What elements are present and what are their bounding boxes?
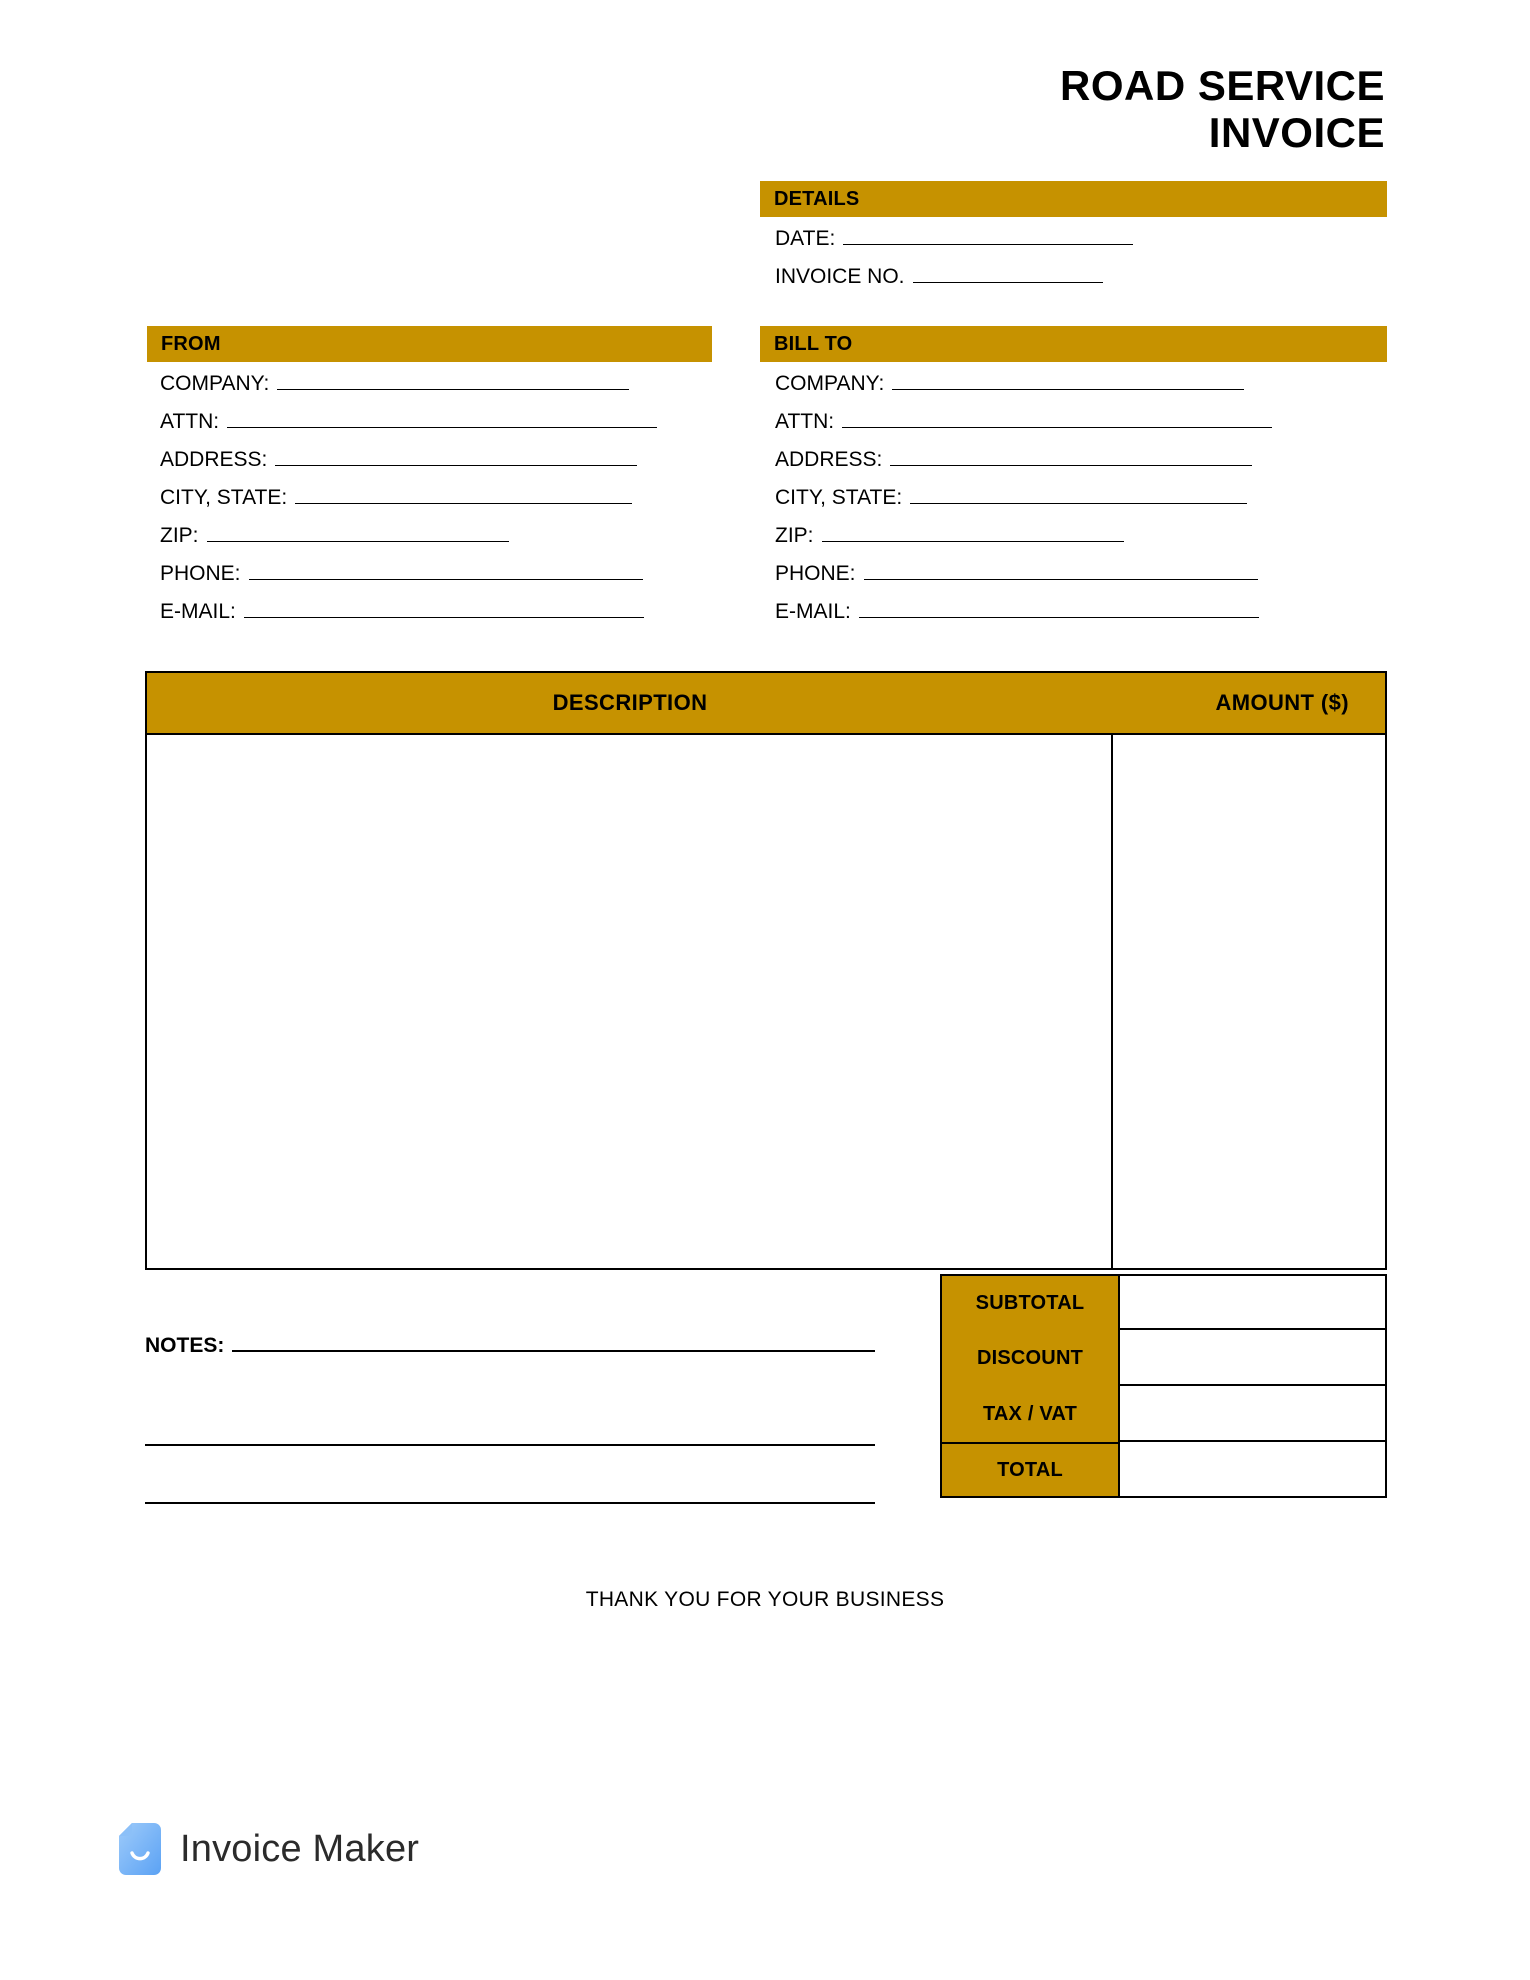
details-field-label: DATE: <box>775 227 836 250</box>
brand-name: Invoice Maker <box>180 1827 420 1870</box>
from-heading-label: FROM <box>161 332 221 355</box>
totals-value-discount[interactable] <box>1120 1330 1387 1386</box>
totals-label-total: TOTAL <box>940 1442 1120 1498</box>
description-entry-area[interactable] <box>147 735 1113 1268</box>
bill-to-fields: COMPANY: ATTN: ADDRESS: CITY, STATE: ZIP: PHO… <box>775 370 1273 636</box>
bill-to-field-row: E-MAIL: <box>775 598 1272 636</box>
bill-to-field-input[interactable] <box>863 560 1258 580</box>
from-section-header: FROM <box>147 326 712 362</box>
bill-to-field-input[interactable] <box>821 522 1124 542</box>
totals-value-subtotal[interactable] <box>1120 1274 1387 1330</box>
from-field-row: ZIP: <box>160 522 657 560</box>
from-field-input[interactable] <box>227 408 658 428</box>
bill-to-field-row: CITY, STATE: <box>775 484 1272 522</box>
from-field-label: COMPANY: <box>160 372 270 395</box>
bill-to-field-row: ZIP: <box>775 522 1272 560</box>
details-field-row: INVOICE NO. <box>775 263 1133 301</box>
bill-to-field-input[interactable] <box>858 598 1259 618</box>
description-column-header: DESCRIPTION <box>552 690 708 715</box>
totals-row: TAX / VAT <box>940 1386 1387 1442</box>
totals-label-subtotal: SUBTOTAL <box>940 1274 1120 1330</box>
from-field-input[interactable] <box>277 370 630 390</box>
amount-entry-area[interactable] <box>1113 735 1385 1268</box>
bill-to-heading-label: BILL TO <box>774 332 853 355</box>
from-field-label: PHONE: <box>160 562 241 585</box>
bill-to-section-header: BILL TO <box>760 326 1387 362</box>
bill-to-field-input[interactable] <box>910 484 1248 504</box>
bill-to-field-input[interactable] <box>890 446 1253 466</box>
from-field-input[interactable] <box>248 560 643 580</box>
totals-row: DISCOUNT <box>940 1330 1387 1386</box>
page-title-line-2: INVOICE <box>1208 109 1385 157</box>
details-section-header: DETAILS <box>760 181 1387 217</box>
totals-label-tax-vat: TAX / VAT <box>940 1386 1120 1442</box>
bill-to-field-label: PHONE: <box>775 562 856 585</box>
from-field-label: ATTN: <box>160 410 220 433</box>
totals-table: SUBTOTAL DISCOUNT TAX / VAT TOTAL <box>940 1274 1387 1498</box>
notes-first-line: NOTES: <box>145 1330 875 1388</box>
bill-to-field-row: COMPANY: <box>775 370 1272 408</box>
notes-input-line-1[interactable] <box>232 1330 875 1352</box>
brand-logo: Invoice Maker <box>118 1822 419 1876</box>
from-field-row: CITY, STATE: <box>160 484 657 522</box>
notes-label: NOTES: <box>145 1334 225 1357</box>
line-items-table: DESCRIPTION AMOUNT ($) <box>145 671 1387 1270</box>
details-field-row: DATE: <box>775 225 1134 263</box>
invoice-document-icon <box>118 1822 162 1876</box>
details-field-input[interactable] <box>912 263 1103 283</box>
details-field-label: INVOICE NO. <box>775 265 905 288</box>
from-field-row: PHONE: <box>160 560 657 598</box>
totals-row: SUBTOTAL <box>940 1274 1387 1330</box>
totals-label-discount: DISCOUNT <box>940 1330 1120 1386</box>
bill-to-field-label: COMPANY: <box>775 372 885 395</box>
notes-input-line-2[interactable] <box>145 1388 875 1446</box>
details-fields: DATE: INVOICE NO. <box>775 225 1134 301</box>
bill-to-field-input[interactable] <box>892 370 1245 390</box>
from-field-input[interactable] <box>243 598 644 618</box>
from-field-label: E-MAIL: <box>160 600 236 623</box>
notes-section: NOTES: <box>145 1330 875 1504</box>
from-fields: COMPANY: ATTN: ADDRESS: CITY, STATE: ZIP: PHO… <box>160 370 658 636</box>
from-field-row: E-MAIL: <box>160 598 657 636</box>
from-field-label: CITY, STATE: <box>160 486 288 509</box>
thank-you-message: THANK YOU FOR YOUR BUSINESS <box>585 1588 945 1611</box>
totals-value-tax-vat[interactable] <box>1120 1386 1387 1442</box>
page-title: ROAD SERVICE INVOICE <box>1060 62 1385 156</box>
notes-input-line-3[interactable] <box>145 1446 875 1504</box>
from-field-row: ADDRESS: <box>160 446 657 484</box>
from-field-label: ZIP: <box>160 524 199 547</box>
amount-column-header: AMOUNT ($) <box>1215 690 1349 715</box>
from-field-input[interactable] <box>206 522 509 542</box>
from-field-label: ADDRESS: <box>160 448 268 471</box>
bill-to-field-label: ADDRESS: <box>775 448 883 471</box>
bill-to-field-row: ATTN: <box>775 408 1273 446</box>
bill-to-field-input[interactable] <box>842 408 1273 428</box>
bill-to-field-label: E-MAIL: <box>775 600 851 623</box>
details-heading-label: DETAILS <box>774 187 860 210</box>
bill-to-field-label: ZIP: <box>775 524 814 547</box>
invoice-page: ROAD SERVICE INVOICE DETAILS DATE: INVOIC… <box>0 0 1530 1980</box>
line-items-body <box>147 735 1385 1268</box>
from-field-input[interactable] <box>295 484 633 504</box>
from-field-row: ATTN: <box>160 408 658 446</box>
totals-value-total[interactable] <box>1120 1442 1387 1498</box>
from-field-input[interactable] <box>275 446 638 466</box>
bill-to-field-label: ATTN: <box>775 410 835 433</box>
bill-to-field-row: PHONE: <box>775 560 1272 598</box>
page-title-line-1: ROAD SERVICE <box>1060 62 1385 109</box>
bill-to-field-row: ADDRESS: <box>775 446 1272 484</box>
line-items-header-row: DESCRIPTION AMOUNT ($) <box>147 673 1385 735</box>
bill-to-field-label: CITY, STATE: <box>775 486 903 509</box>
from-field-row: COMPANY: <box>160 370 657 408</box>
totals-row: TOTAL <box>940 1442 1387 1498</box>
details-field-input[interactable] <box>843 225 1134 245</box>
